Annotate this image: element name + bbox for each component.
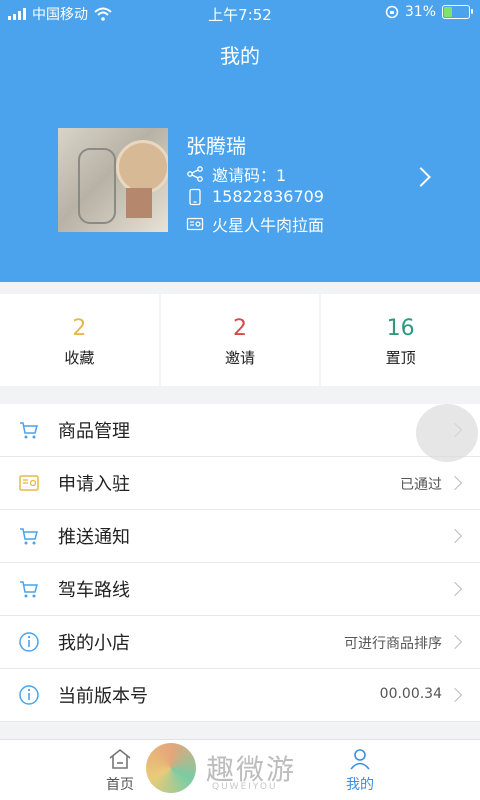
home-icon (109, 748, 131, 769)
cart-icon (20, 422, 38, 439)
card-icon (19, 475, 39, 491)
stat-value: 2 (233, 316, 247, 341)
watermark-subtext: QUWEIYOU (212, 782, 278, 792)
phone-line: 15822836709 (186, 187, 324, 206)
page-title: 我的 (220, 44, 260, 68)
invite-line: 邀请码：1 (186, 162, 286, 186)
stat-label: 收藏 (64, 349, 95, 367)
battery-fill (444, 7, 453, 17)
shop-name: 火星人牛肉拉面 (212, 216, 325, 235)
stat-value: 16 (386, 316, 415, 341)
rotation-lock-icon (385, 5, 399, 19)
menu-item-label: 当前版本号 (58, 686, 148, 707)
share-icon (187, 166, 203, 182)
stat-pinned[interactable]: 16 置顶 (321, 294, 480, 386)
profile-name: 张腾瑞 (186, 134, 246, 158)
status-bar: 中国移动 上午7:52 31% (0, 0, 480, 26)
tab-bar: 首页 趣微游 QUWEIYOU 我的 (0, 739, 480, 800)
stat-value: 2 (72, 316, 87, 341)
shop-line: 火星人牛肉拉面 (186, 212, 324, 236)
stats-bar: 2 收藏 2 邀请 16 置顶 (0, 294, 480, 386)
chevron-right-icon (447, 528, 463, 544)
stat-favorites[interactable]: 2 收藏 (0, 294, 161, 386)
menu-item-driving-route[interactable]: 驾车路线 (0, 563, 480, 616)
avatar[interactable] (58, 128, 168, 232)
watermark-logo: 趣微游 QUWEIYOU (146, 742, 346, 794)
tab-mine-label: 我的 (346, 777, 374, 793)
menu-list: 商品管理 申请入驻 已通过 推送通知 驾车路线 我的小店 可进行商品排序 当前版… (0, 404, 480, 722)
apply-status: 已通过 (400, 477, 442, 493)
menu-item-value: 可进行商品排序 (344, 636, 442, 652)
stat-label: 邀请 (225, 349, 256, 367)
phone-number: 15822836709 (212, 187, 324, 206)
stat-label: 置顶 (385, 349, 416, 367)
status-right: 31% (385, 4, 473, 20)
menu-item-label: 申请入驻 (58, 474, 130, 495)
shop-card-icon (186, 217, 204, 231)
menu-item-apply[interactable]: 申请入驻 已通过 (0, 457, 480, 510)
battery-icon (442, 5, 473, 19)
profile-card[interactable]: 张腾瑞 邀请码：1 15822836709 火星人牛肉拉面 (58, 128, 478, 235)
menu-item-label: 商品管理 (58, 421, 130, 442)
invite-code: 邀请码：1 (212, 166, 287, 185)
tab-mine[interactable]: 我的 (330, 746, 390, 794)
chevron-right-icon (447, 581, 463, 597)
cart-icon (20, 528, 38, 545)
menu-item-my-shop[interactable]: 我的小店 可进行商品排序 (0, 616, 480, 669)
stat-invites[interactable]: 2 邀请 (161, 294, 322, 386)
phone-icon (189, 188, 201, 205)
menu-item-label: 推送通知 (58, 527, 130, 548)
info-icon (19, 632, 39, 652)
battery-percent: 31% (404, 4, 436, 20)
user-icon (350, 749, 370, 770)
cart-icon (20, 581, 38, 598)
menu-item-product-management[interactable]: 商品管理 (0, 404, 480, 457)
info-icon (19, 685, 39, 705)
menu-item-label: 驾车路线 (58, 580, 130, 601)
header-background: 中国移动 上午7:52 31% 我的 张腾瑞 邀请码：1 15822836709… (0, 0, 480, 282)
menu-item-value: 00.00.34 (379, 686, 442, 702)
chevron-right-icon (447, 687, 463, 703)
chevron-right-icon (447, 475, 463, 491)
menu-item-push-notification[interactable]: 推送通知 (0, 510, 480, 563)
tab-home[interactable]: 首页 (90, 746, 150, 794)
menu-item-version[interactable]: 当前版本号 00.00.34 (0, 669, 480, 722)
assistive-touch-button[interactable] (416, 404, 478, 462)
chevron-right-icon (447, 634, 463, 650)
chevron-right-icon[interactable] (411, 167, 431, 187)
watermark-logo-icon (146, 743, 196, 793)
menu-item-label: 我的小店 (58, 633, 130, 654)
tab-home-label: 首页 (106, 777, 134, 793)
